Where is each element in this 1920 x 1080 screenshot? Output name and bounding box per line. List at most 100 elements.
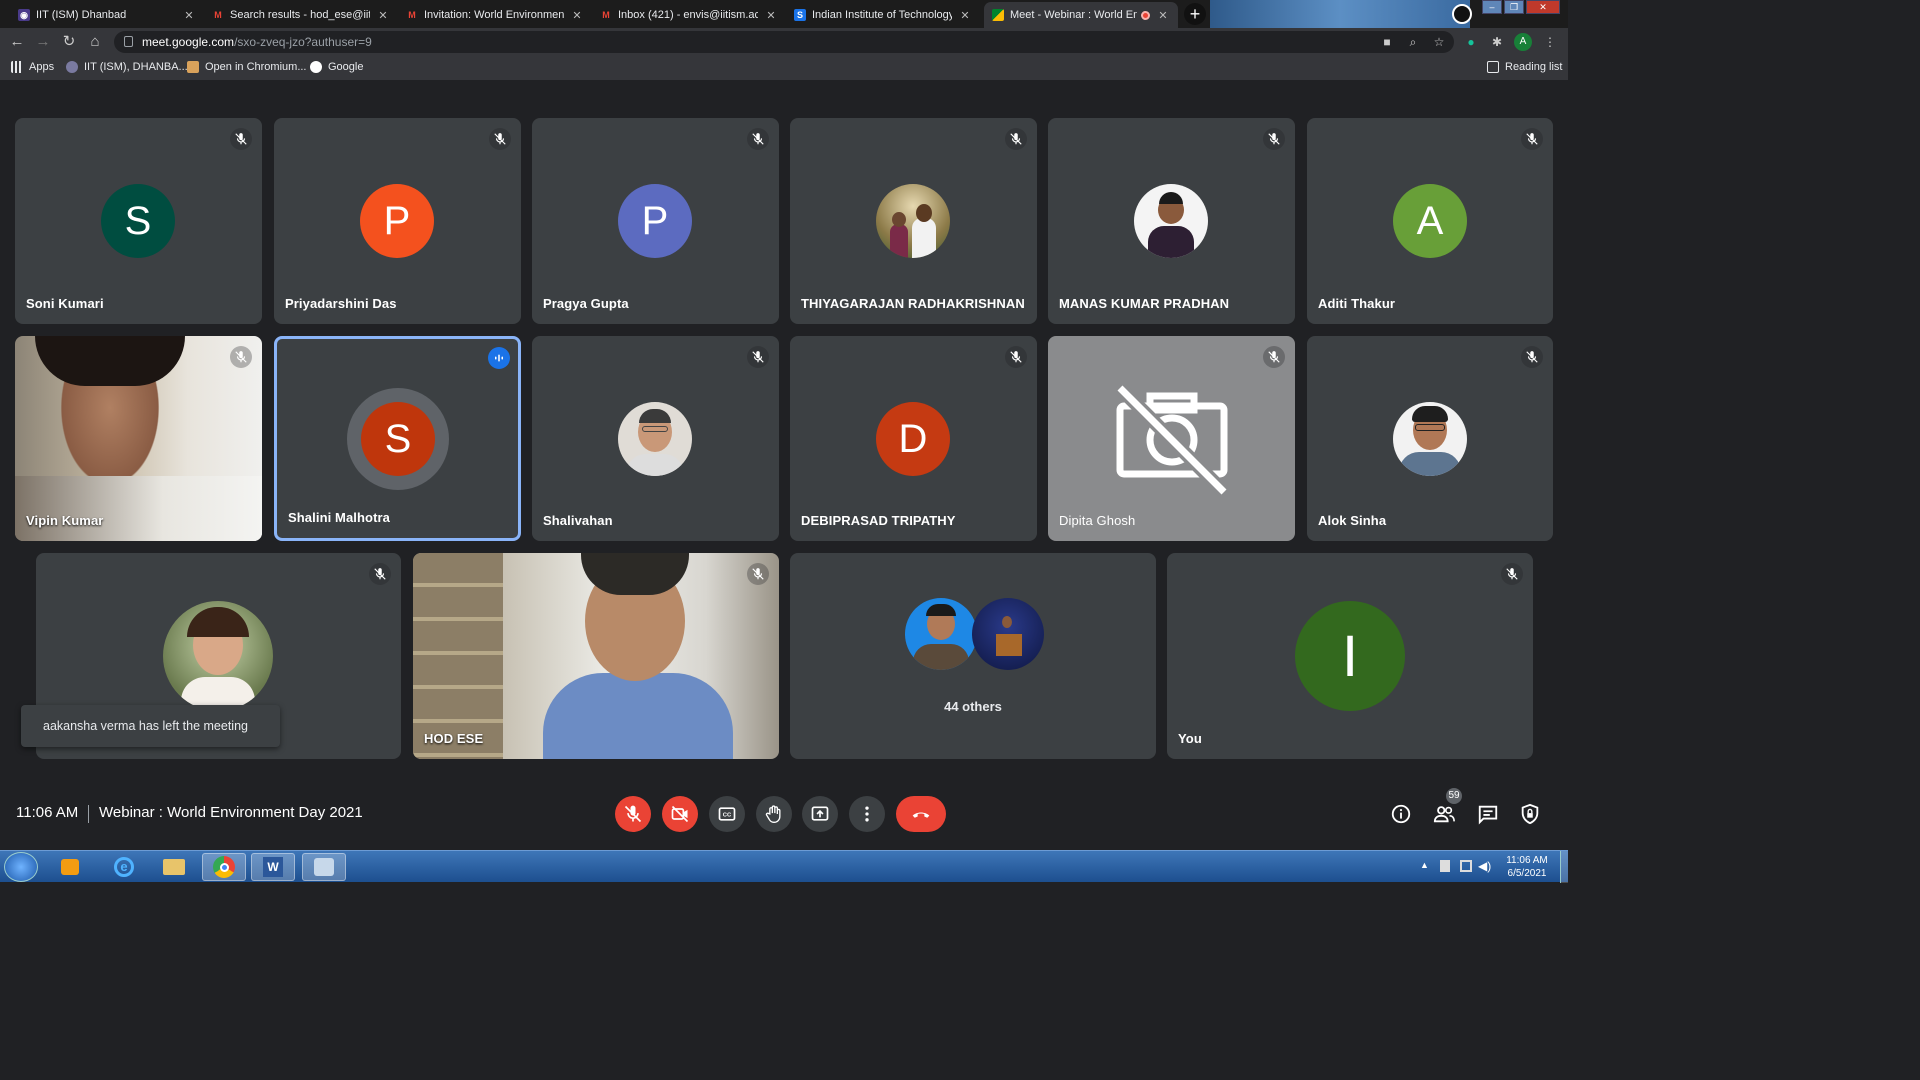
volume-icon[interactable]: ◀) [1478, 859, 1491, 873]
url-host: meet.google.com [142, 35, 235, 49]
participant-video-tile[interactable]: HOD ESE [413, 553, 779, 759]
profile-icon[interactable] [1452, 4, 1472, 24]
chat-button[interactable] [1476, 802, 1500, 826]
tab-inbox[interactable]: M Inbox (421) - envis@iitism.ac.in - ✕ [592, 2, 786, 28]
close-tab-icon[interactable]: ✕ [376, 9, 390, 22]
new-tab-button[interactable]: + [1184, 3, 1206, 25]
tray-expand-icon[interactable]: ▲ [1420, 860, 1429, 870]
close-window-button[interactable]: ✕ [1526, 0, 1560, 14]
end-call-icon [912, 812, 930, 818]
avatar: I [1295, 601, 1405, 711]
participant-tile[interactable]: A Aditi Thakur [1307, 118, 1553, 324]
reading-list-icon [1487, 61, 1499, 73]
camera-icon[interactable]: ■ [1378, 33, 1396, 51]
google-icon [310, 61, 322, 73]
profile-photo [876, 184, 950, 258]
video-feed [413, 553, 503, 759]
participant-name: Priyadarshini Das [285, 296, 397, 311]
present-screen-icon [811, 806, 829, 821]
gmail-icon: M [214, 10, 222, 20]
close-tab-icon[interactable]: ✕ [958, 9, 972, 22]
tab-title: Inbox (421) - envis@iitism.ac.in - [618, 9, 758, 21]
mic-off-icon [230, 128, 252, 150]
raise-hand-button[interactable] [756, 796, 792, 832]
word-taskbar-button[interactable]: W [251, 853, 295, 881]
grammarly-icon[interactable]: ● [1462, 33, 1480, 51]
tab-iit[interactable]: S Indian Institute of Technology (In ✕ [786, 2, 980, 28]
restore-button[interactable]: ❐ [1504, 0, 1524, 14]
others-tile[interactable]: 44 others [790, 553, 1156, 759]
participant-tile-active-speaker[interactable]: S Shalini Malhotra [274, 336, 521, 541]
tab-iit-dhanbad[interactable]: ◉ IIT (ISM) Dhanbad ✕ [10, 2, 204, 28]
close-tab-icon[interactable]: ✕ [182, 9, 196, 22]
system-clock[interactable]: 11:06 AM 6/5/2021 [1498, 854, 1556, 880]
gmail-icon: M [408, 10, 416, 20]
meeting-details-button[interactable] [1389, 802, 1413, 826]
camera-toggle-button[interactable] [662, 796, 698, 832]
reload-icon[interactable]: ↻ [59, 32, 79, 52]
people-button[interactable] [1432, 802, 1456, 826]
mic-toggle-button[interactable] [615, 796, 651, 832]
paint-taskbar-button[interactable] [302, 853, 346, 881]
participant-tile[interactable]: Dipita Ghosh [1048, 336, 1295, 541]
participant-tile[interactable]: THIYAGARAJAN RADHAKRISHNAN [790, 118, 1037, 324]
tab-invitation[interactable]: M Invitation: World Environment Da ✕ [398, 2, 592, 28]
participant-tile[interactable]: S Soni Kumari [15, 118, 262, 324]
bookmark-apps[interactable]: Apps [11, 61, 54, 73]
participant-tile[interactable]: Alok Sinha [1307, 336, 1553, 541]
media-player-icon[interactable] [48, 853, 92, 881]
bookmark-label: Apps [29, 61, 55, 73]
account-avatar[interactable]: A [1514, 33, 1532, 51]
address-bar[interactable]: meet.google.com/sxo-zveq-jzo?authuser=9 [114, 31, 1454, 53]
more-options-button[interactable] [849, 796, 885, 832]
extensions-icon[interactable]: ✱ [1488, 33, 1506, 51]
bookmarks-bar: Apps IIT (ISM), DHANBA... Open in Chromi… [0, 56, 1568, 80]
chrome-taskbar-button[interactable] [202, 853, 246, 881]
mic-off-icon [1005, 346, 1027, 368]
back-icon[interactable]: ← [7, 32, 27, 52]
captions-button[interactable]: CC [709, 796, 745, 832]
close-tab-icon[interactable]: ✕ [570, 9, 584, 22]
close-tab-icon[interactable]: ✕ [764, 9, 778, 22]
reading-list-button[interactable]: Reading list [1487, 61, 1562, 73]
desktop-background [1210, 0, 1470, 28]
leave-call-button[interactable] [896, 796, 946, 832]
participant-video-tile[interactable]: Vipin Kumar [15, 336, 262, 541]
file-explorer-icon[interactable] [152, 853, 196, 881]
lock-icon [124, 36, 133, 47]
host-controls-button[interactable] [1518, 802, 1542, 826]
iit-favicon-icon: ◉ [18, 9, 30, 21]
network-icon[interactable] [1460, 860, 1472, 872]
present-button[interactable] [802, 796, 838, 832]
tab-meet[interactable]: Meet - Webinar : World Envir ✕ [984, 2, 1178, 28]
apps-grid-icon [11, 61, 23, 73]
mic-off-icon [747, 563, 769, 585]
participant-tile[interactable]: Shalivahan [532, 336, 779, 541]
bookmark-star-icon[interactable]: ☆ [1430, 33, 1448, 51]
menu-icon[interactable]: ⋮ [1541, 33, 1559, 51]
participants-count-badge: 59 [1446, 788, 1462, 804]
internet-explorer-icon[interactable]: e [102, 853, 146, 881]
home-icon[interactable]: ⌂ [85, 32, 105, 52]
participant-tile[interactable]: D DEBIPRASAD TRIPATHY [790, 336, 1037, 541]
zoom-icon[interactable]: ⌕ [1404, 33, 1422, 51]
show-desktop-button[interactable] [1560, 851, 1568, 883]
bookmark-iit[interactable]: IIT (ISM), DHANBA... [66, 61, 188, 73]
forward-icon[interactable]: → [33, 32, 53, 52]
avatar: P [360, 184, 434, 258]
info-icon [1391, 804, 1411, 824]
bookmark-chromium[interactable]: Open in Chromium... [187, 61, 306, 73]
participant-tile[interactable]: P Pragya Gupta [532, 118, 779, 324]
close-tab-icon[interactable]: ✕ [1156, 9, 1170, 22]
self-tile[interactable]: I You [1167, 553, 1533, 759]
action-center-flag-icon[interactable] [1440, 860, 1450, 872]
start-button[interactable] [4, 852, 38, 882]
tab-gmail-search[interactable]: M Search results - hod_ese@iitism.a ✕ [204, 2, 398, 28]
bookmark-google[interactable]: Google [310, 61, 363, 73]
profile-photo [618, 402, 692, 476]
minimize-button[interactable]: – [1482, 0, 1502, 14]
browser-tab-bar: ◉ IIT (ISM) Dhanbad ✕ M Search results -… [0, 0, 1568, 28]
shield-lock-icon [1521, 803, 1539, 825]
participant-tile[interactable]: P Priyadarshini Das [274, 118, 521, 324]
participant-tile[interactable]: MANAS KUMAR PRADHAN [1048, 118, 1295, 324]
